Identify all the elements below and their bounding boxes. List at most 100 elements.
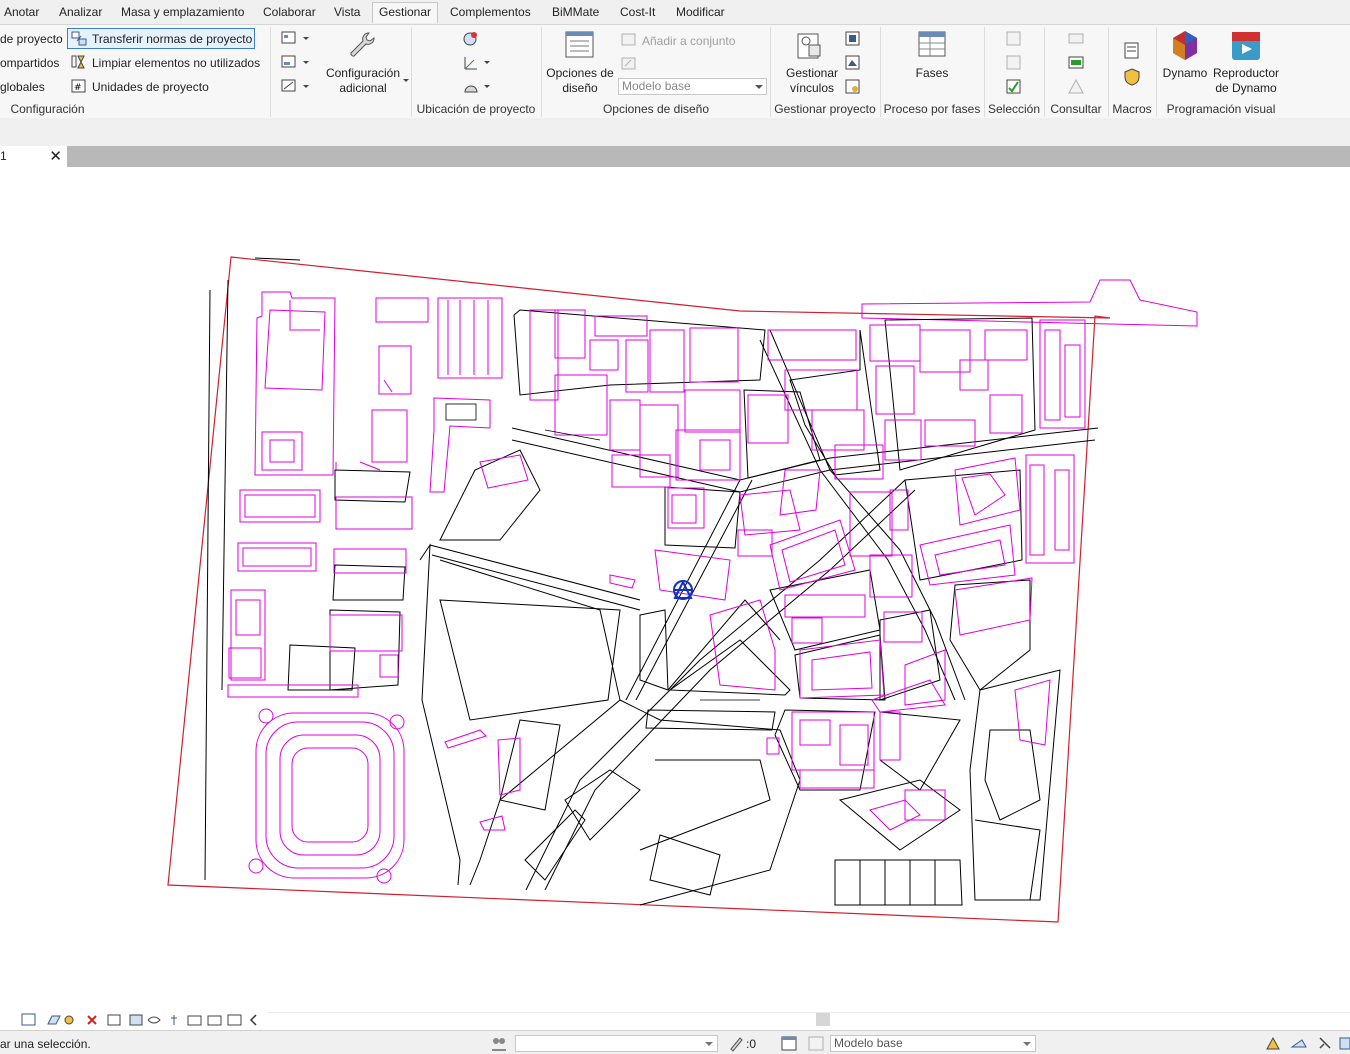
select-underlay-icon[interactable] [1290,1035,1308,1052]
design-option-select[interactable]: Modelo base [618,78,767,95]
manage-images-icon[interactable] [844,30,862,48]
inquiry-group-label: Consultar [1050,102,1102,116]
manage-links-icon [797,33,821,59]
tab-analizar[interactable]: Analizar [59,3,102,24]
dynamo-player-button[interactable]: Reproductor de Dynamo [1208,66,1284,96]
project-info-button[interactable]: de proyecto [0,32,63,46]
chevron-down-icon[interactable] [303,61,309,64]
view-tab[interactable]: 1 ✕ [0,146,67,167]
chevron-down-icon[interactable] [403,79,409,82]
svg-text:#: # [74,83,82,93]
tab-masa-emplazamiento[interactable]: Masa y emplazamiento [121,3,244,24]
design-options-line1: Opciones de [546,66,614,80]
object-styles-icon[interactable] [280,54,298,70]
materials-icon[interactable] [280,30,298,46]
phasing-group-label: Proceso por fases [883,102,981,116]
add-to-set-button[interactable]: Añadir a conjunto [642,34,735,48]
macro-security-icon[interactable] [1122,67,1142,87]
scrollbar-thumb[interactable] [816,1013,830,1026]
filter-count: :0 [746,1037,757,1051]
select-by-id-icon[interactable] [1067,54,1085,72]
decal-types-icon[interactable] [844,54,862,72]
chevron-down-icon [755,85,763,89]
workset-select[interactable] [515,1035,718,1052]
status-bar: ar una selección. :0 Modelo base [0,1030,1350,1054]
separator [1156,27,1157,117]
dynamo-player-line2: de Dynamo [1215,81,1277,95]
editing-requests-icon[interactable] [728,1035,744,1052]
design-option-status-select[interactable]: Modelo base [830,1035,1036,1052]
status-message: ar una selección. [0,1037,91,1051]
starting-view-icon[interactable] [844,78,862,96]
add-to-set-icon [621,33,636,46]
options-bar [0,118,1350,146]
chevron-down-icon[interactable] [303,37,309,40]
design-option-select-value: Modelo base [622,79,691,93]
manage-links-button[interactable]: Gestionar vínculos [778,66,846,96]
dynamo-icon [1173,31,1197,60]
separator [411,27,412,117]
select-pinned-icon[interactable] [1316,1035,1334,1052]
macro-manager-icon[interactable] [1122,41,1142,61]
separator [541,27,542,117]
close-icon[interactable]: ✕ [49,147,62,165]
select-by-face-icon[interactable] [1338,1035,1350,1052]
manage-links-line1: Gestionar [785,66,839,80]
tab-gestionar[interactable]: Gestionar [372,2,439,23]
chevron-down-icon[interactable] [484,85,490,88]
shared-params-button[interactable]: ompartidos [0,56,59,70]
view-tab-label: 1 [0,149,7,163]
snaps-icon[interactable] [280,78,298,94]
manage-links-line2: vínculos [789,81,835,95]
design-options-status-icon[interactable] [780,1035,798,1052]
load-selection-icon[interactable] [1005,54,1023,72]
save-selection-icon[interactable] [1005,30,1023,48]
purge-unused-button[interactable]: Limpiar elementos no utilizados [92,56,260,70]
horizontal-scrollbar[interactable] [268,1012,1350,1026]
ribbon-tab-bar: Anotar Analizar Masa y emplazamiento Col… [0,0,1350,24]
transfer-standards-button[interactable]: Transferir normas de proyecto [67,28,255,49]
design-options-button[interactable]: Opciones de diseño [543,66,617,96]
macros-group-label: Macros [1112,102,1152,116]
ids-selection-icon[interactable] [1067,30,1085,48]
phases-button[interactable]: Fases [898,66,966,81]
project-units-icon: # [71,79,86,93]
site-plan-drawing[interactable] [0,167,1350,1010]
chevron-down-icon[interactable] [484,61,490,64]
select-links-icon[interactable] [1264,1035,1282,1052]
separator [984,27,985,117]
site-boundary [861,279,1198,327]
coordinates-icon[interactable] [462,54,480,72]
separator [270,27,271,117]
worksets-icon[interactable] [490,1035,508,1052]
position-icon[interactable] [462,78,480,96]
tab-bimmate[interactable]: BiMMate [552,3,599,24]
tab-colaborar[interactable]: Colaborar [263,3,316,24]
dynamo-player-line1: Reproductor [1212,66,1280,80]
view-control-icons [21,1013,257,1026]
tab-modificar[interactable]: Modificar [676,3,725,24]
tab-anotar[interactable]: Anotar [4,3,39,24]
exclude-options-icon[interactable] [807,1035,825,1052]
design-options-icon [565,31,594,58]
location-group-label: Ubicación de proyecto [416,102,536,116]
design-options-line2: diseño [562,81,598,95]
tab-cost-it[interactable]: Cost-It [620,3,655,24]
edit-selection-icon[interactable] [1005,78,1023,96]
project-units-button[interactable]: Unidades de proyecto [92,80,209,94]
visual-programming-group-label: Programación visual [1166,102,1276,116]
global-params-button[interactable]: globales [0,80,45,94]
pick-to-edit-icon[interactable] [621,56,637,71]
selection-group-label: Selección [987,102,1041,116]
location-globe-icon[interactable] [462,30,480,48]
dynamo-button[interactable]: Dynamo [1160,66,1210,81]
chevron-down-icon[interactable] [303,85,309,88]
tab-complementos[interactable]: Complementos [450,3,531,24]
manage-project-group-label: Gestionar proyecto [774,102,876,116]
additional-settings-button[interactable]: Configuración adicional [318,66,408,96]
separator [770,27,771,117]
warnings-icon[interactable] [1067,78,1085,96]
chevron-down-icon [705,1042,713,1046]
tab-vista[interactable]: Vista [334,3,360,24]
drawing-area[interactable] [0,167,1350,1010]
